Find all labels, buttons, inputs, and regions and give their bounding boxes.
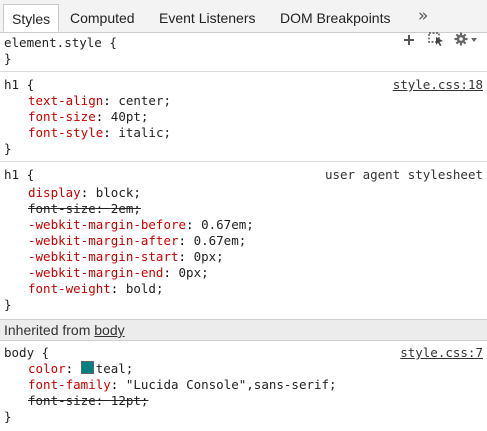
property-name[interactable]: text-align xyxy=(28,93,103,108)
property-row[interactable]: font-weight: bold; xyxy=(28,281,164,297)
property-row[interactable]: -webkit-margin-end: 0px; xyxy=(28,265,209,281)
property-row[interactable]: font-family: "Lucida Console",sans-serif… xyxy=(28,377,337,393)
property-value[interactable]: teal; xyxy=(96,361,134,376)
property-name[interactable]: font-weight xyxy=(28,281,111,296)
section-divider xyxy=(0,71,487,72)
rule-source-link[interactable]: style.css:7 xyxy=(400,345,483,361)
property-name[interactable]: -webkit-margin-end xyxy=(28,265,163,280)
property-value[interactable]: block; xyxy=(96,185,141,200)
property-row[interactable]: display: block; xyxy=(28,185,141,201)
property-value[interactable]: 12pt; xyxy=(111,393,149,408)
property-name[interactable]: -webkit-margin-start xyxy=(28,249,179,264)
rule-close-brace: } xyxy=(4,409,12,424)
property-name[interactable]: -webkit-margin-before xyxy=(28,217,186,232)
property-value[interactable]: bold; xyxy=(126,281,164,296)
property-row-overridden[interactable]: font-size: 2em; xyxy=(28,201,141,217)
element-style-selector[interactable]: element.style { xyxy=(4,35,117,51)
gear-icon[interactable] xyxy=(454,32,478,50)
rule-source-label: user agent stylesheet xyxy=(324,167,483,182)
property-value[interactable]: 0.67em; xyxy=(194,233,247,248)
tab-event-listeners[interactable]: Event Listeners xyxy=(159,4,256,32)
property-name[interactable]: font-family xyxy=(28,377,111,392)
plus-icon[interactable] xyxy=(403,32,415,50)
inherited-from-header: Inherited from body xyxy=(0,319,487,341)
rule-close-brace: } xyxy=(4,141,12,156)
section-divider xyxy=(0,161,487,162)
inherited-element-link[interactable]: body xyxy=(94,322,124,338)
property-name[interactable]: -webkit-margin-after xyxy=(28,233,179,248)
property-row-overridden[interactable]: font-size: 12pt; xyxy=(28,393,148,409)
property-row[interactable]: color: teal; xyxy=(28,361,133,377)
property-value[interactable]: center; xyxy=(118,93,171,108)
rule-selector[interactable]: h1 { xyxy=(4,167,34,183)
property-value[interactable]: 0.67em; xyxy=(201,217,254,232)
rule-selector[interactable]: body { xyxy=(4,345,49,361)
property-name[interactable]: font-style xyxy=(28,125,103,140)
property-name[interactable]: color xyxy=(28,361,66,376)
property-value[interactable]: 0px; xyxy=(194,249,224,264)
property-row[interactable]: text-align: center; xyxy=(28,93,171,109)
property-value[interactable]: 2em; xyxy=(111,201,141,216)
property-name[interactable]: font-size xyxy=(28,393,96,408)
tab-overflow-chevron-icon[interactable]: » xyxy=(418,3,428,29)
tab-computed[interactable]: Computed xyxy=(70,4,135,32)
property-row[interactable]: font-style: italic; xyxy=(28,125,171,141)
tab-styles[interactable]: Styles xyxy=(3,4,60,32)
element-state-icon[interactable] xyxy=(428,32,446,50)
rule-source-link[interactable]: style.css:18 xyxy=(393,77,483,93)
styles-pane-tabbar: Styles Computed Event Listeners DOM Brea… xyxy=(0,0,487,33)
element-style-close-brace: } xyxy=(4,51,12,66)
rule-selector[interactable]: h1 { xyxy=(4,77,34,93)
property-value[interactable]: italic; xyxy=(118,125,171,140)
property-value[interactable]: "Lucida Console",sans-serif; xyxy=(126,377,337,392)
property-row[interactable]: -webkit-margin-after: 0.67em; xyxy=(28,233,246,249)
property-row[interactable]: -webkit-margin-before: 0.67em; xyxy=(28,217,254,233)
color-swatch-icon[interactable] xyxy=(80,361,94,374)
property-value[interactable]: 40pt; xyxy=(111,109,149,124)
property-name[interactable]: display xyxy=(28,185,81,200)
property-row[interactable]: -webkit-margin-start: 0px; xyxy=(28,249,224,265)
property-name[interactable]: font-size xyxy=(28,109,96,124)
tab-dom-breakpoints[interactable]: DOM Breakpoints xyxy=(280,4,390,32)
property-row[interactable]: font-size: 40pt; xyxy=(28,109,148,125)
property-value[interactable]: 0px; xyxy=(179,265,209,280)
rule-close-brace: } xyxy=(4,297,12,312)
inherited-label: Inherited from xyxy=(4,322,95,338)
property-name[interactable]: font-size xyxy=(28,201,96,216)
